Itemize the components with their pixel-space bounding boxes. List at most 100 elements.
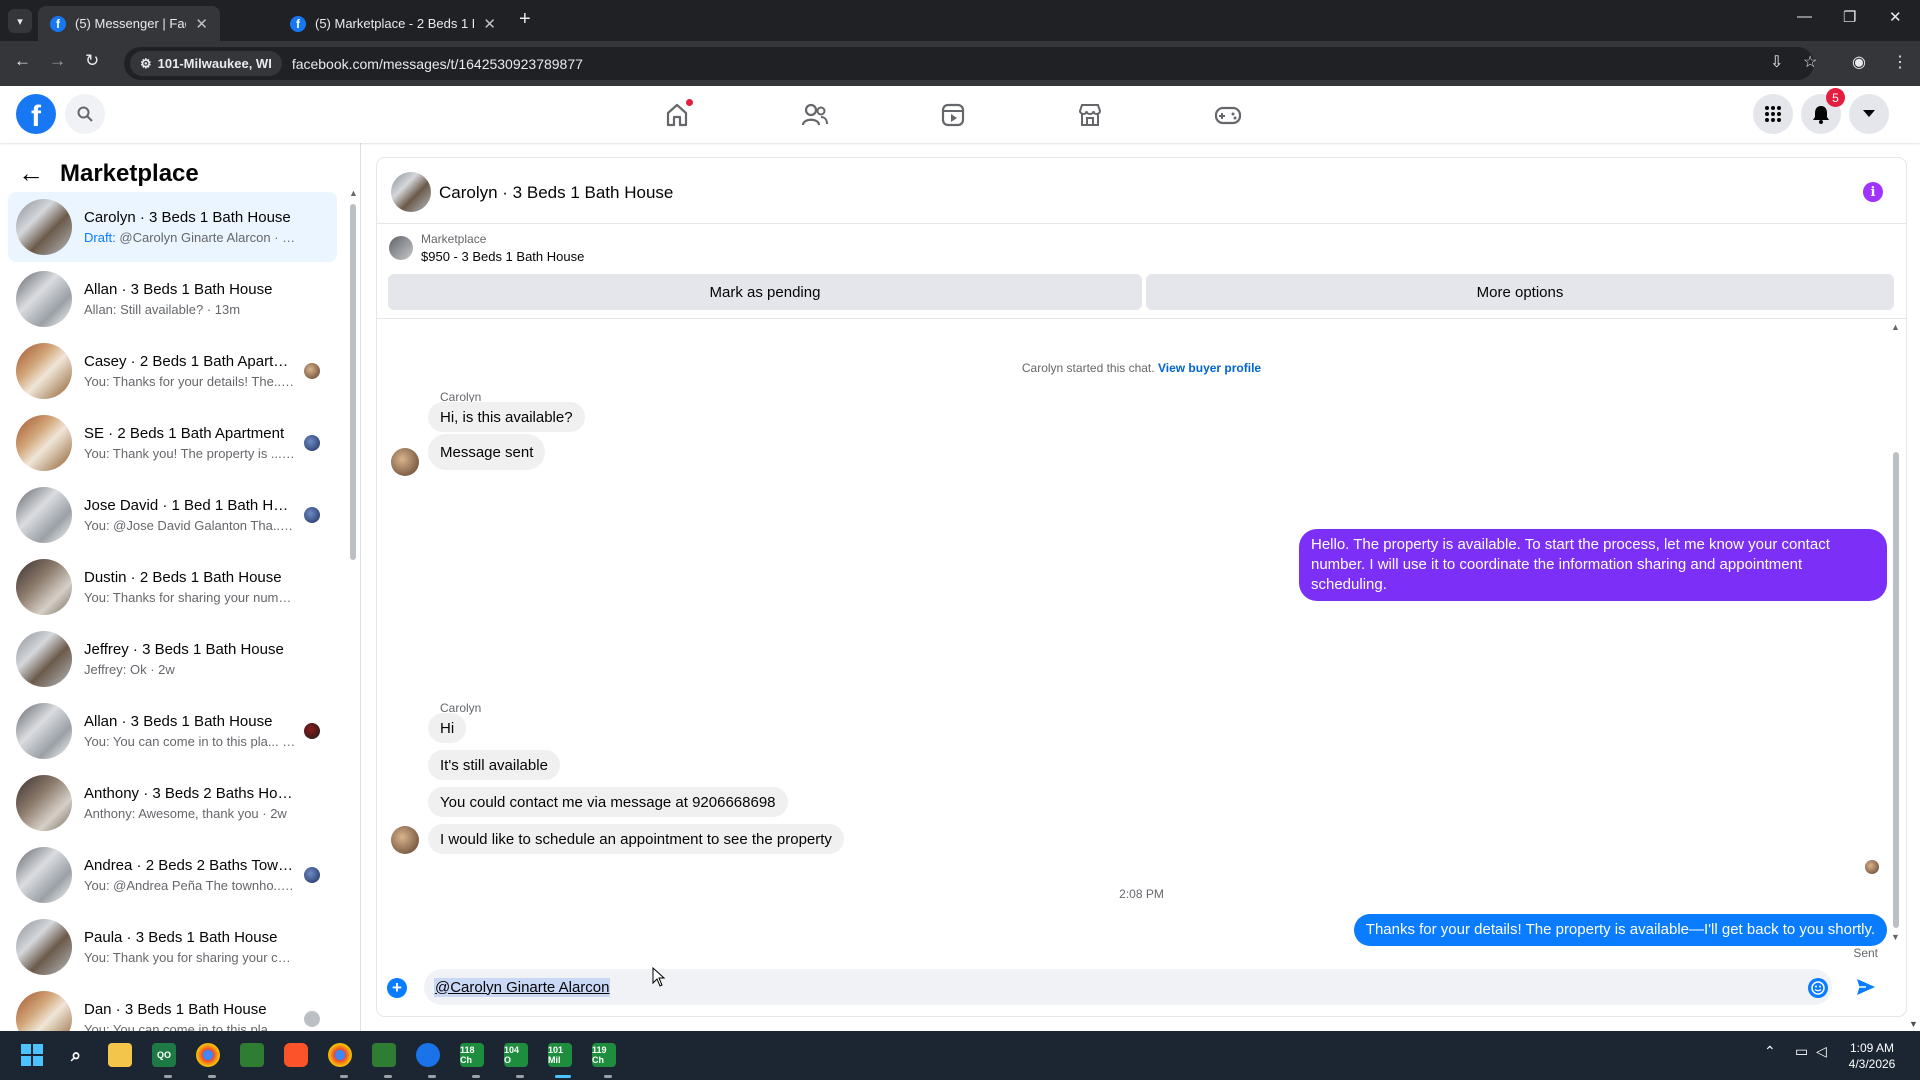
- brave-icon[interactable]: [284, 1043, 308, 1067]
- preview-text: @Carolyn Ginarte Alarcon · 1m: [115, 230, 296, 245]
- system-clock[interactable]: 1:09 AM 4/3/2026: [1832, 1040, 1912, 1072]
- message-timestamp: 2:08 PM: [1119, 887, 1164, 901]
- view-buyer-profile-link[interactable]: View buyer profile: [1158, 361, 1261, 375]
- minimize-icon[interactable]: —: [1797, 8, 1812, 25]
- volume-icon[interactable]: ◁: [1816, 1043, 1827, 1060]
- close-window-icon[interactable]: ✕: [1889, 8, 1902, 26]
- back-icon[interactable]: ←: [14, 51, 31, 71]
- conversation-item[interactable]: Casey · 2 Beds 1 Bath Apartm... You: Tha…: [8, 336, 337, 406]
- tab-search-dropdown-icon[interactable]: ▾: [8, 9, 32, 33]
- sender-avatar[interactable]: [391, 826, 419, 854]
- read-receipt-avatar: [304, 723, 320, 739]
- taskbar-app-118-icon[interactable]: 118 Ch: [460, 1043, 484, 1067]
- profile-icon[interactable]: ◉: [1852, 52, 1866, 72]
- chrome-profile-icon[interactable]: [328, 1043, 352, 1067]
- more-options-button[interactable]: More options: [1146, 274, 1894, 310]
- notepad-icon[interactable]: [240, 1043, 264, 1067]
- conversation-item[interactable]: Dan · 3 Beds 1 Bath House You: You can c…: [8, 984, 337, 1031]
- listing-avatar: [16, 703, 72, 759]
- sender-avatar[interactable]: [391, 448, 419, 476]
- message-input[interactable]: @Carolyn Ginarte Alarcon: [424, 969, 1832, 1005]
- forward-icon[interactable]: →: [49, 51, 66, 71]
- mark-as-pending-button[interactable]: Mark as pending: [388, 274, 1142, 310]
- running-indicator: [384, 1075, 392, 1078]
- install-app-icon[interactable]: ⇩: [1770, 52, 1783, 72]
- browser-menu-icon[interactable]: ⋮: [1892, 52, 1908, 72]
- listing-summary[interactable]: Marketplace $950 - 3 Beds 1 Bath House: [389, 232, 584, 264]
- notification-dot: [685, 98, 694, 107]
- facebook-favicon-icon: f: [50, 15, 66, 32]
- listing-avatar: [16, 991, 72, 1031]
- close-tab-icon[interactable]: ✕: [195, 15, 208, 33]
- gaming-icon: [1214, 106, 1242, 125]
- send-icon[interactable]: [1855, 976, 1877, 1003]
- new-tab-icon[interactable]: +: [519, 8, 531, 31]
- notifications-button[interactable]: 5: [1801, 88, 1845, 134]
- conversation-item[interactable]: Allan · 3 Beds 1 Bath House You: You can…: [8, 696, 337, 766]
- sidebar-scrollbar[interactable]: ▲ ▼: [349, 188, 358, 1023]
- reload-icon[interactable]: ↻: [85, 51, 99, 71]
- chrome-icon[interactable]: [196, 1043, 220, 1067]
- taskbar-app-119-icon[interactable]: 119 Ch: [592, 1043, 616, 1067]
- tab-messenger[interactable]: f (5) Messenger | Facebook ✕: [38, 6, 220, 41]
- taskbar-search-icon[interactable]: ⌕: [64, 1043, 88, 1067]
- account-button[interactable]: [1849, 94, 1889, 134]
- scroll-up-arrow-icon[interactable]: ▲: [349, 188, 358, 198]
- network-icon[interactable]: ▭: [1795, 1043, 1808, 1060]
- taskbar-app-101-icon[interactable]: 101 Mil: [548, 1043, 572, 1067]
- chat-listing-avatar[interactable]: [391, 172, 431, 212]
- menu-button[interactable]: [1753, 94, 1793, 134]
- incoming-message: You could contact me via message at 9206…: [428, 787, 788, 817]
- outgoing-message: Thanks for your details! The property is…: [1353, 914, 1887, 946]
- search-button[interactable]: [65, 94, 105, 134]
- listing-avatar: [16, 631, 72, 687]
- friends-nav[interactable]: [800, 100, 830, 130]
- info-icon[interactable]: i: [1863, 182, 1883, 202]
- site-info-chip[interactable]: ⚙ 101-Milwaukee, WI: [130, 51, 282, 76]
- home-nav[interactable]: [662, 98, 694, 130]
- chat-scroll-thumb[interactable]: [1893, 452, 1899, 928]
- scroll-down-arrow-icon[interactable]: ▼: [1891, 932, 1900, 942]
- video-nav[interactable]: [938, 100, 968, 130]
- browser-blue-icon[interactable]: [416, 1043, 440, 1067]
- scroll-up-arrow-icon[interactable]: ▲: [1891, 322, 1900, 332]
- conversation-item[interactable]: SE · 2 Beds 1 Bath Apartment You: Thank …: [8, 408, 337, 478]
- page-scrollbar[interactable]: ▲ ▼: [1906, 86, 1920, 1031]
- conversation-item[interactable]: Anthony · 3 Beds 2 Baths House Anthony: …: [8, 768, 337, 838]
- file-explorer-icon[interactable]: [108, 1043, 132, 1067]
- conversation-name: Jeffrey · 3 Beds 1 Bath House: [84, 641, 284, 658]
- conversation-item[interactable]: Dustin · 2 Beds 1 Bath House You: Thanks…: [8, 552, 337, 622]
- conversation-item[interactable]: Andrea · 2 Beds 2 Baths Town... You: @An…: [8, 840, 337, 910]
- emoji-icon[interactable]: [1808, 978, 1828, 998]
- url-text: facebook.com/messages/t/1642530923789877: [291, 55, 583, 72]
- plus-icon[interactable]: +: [387, 978, 407, 998]
- marketplace-nav[interactable]: [1075, 100, 1105, 130]
- browser-toolbar: ← → ↻ ⚙ 101-Milwaukee, WI facebook.com/m…: [0, 41, 1920, 86]
- gaming-nav[interactable]: [1213, 100, 1243, 130]
- incoming-message: Hi: [428, 713, 467, 743]
- bookmark-star-icon[interactable]: ☆: [1803, 52, 1817, 72]
- divider: [377, 318, 1906, 319]
- scroll-down-arrow-icon[interactable]: ▼: [1909, 1019, 1918, 1029]
- conversation-item[interactable]: Allan · 3 Beds 1 Bath House Allan: Still…: [8, 264, 337, 334]
- chat-title[interactable]: Carolyn · 3 Beds 1 Bath House: [439, 183, 673, 203]
- conversation-item[interactable]: Jose David · 1 Bed 1 Bath House You: @Jo…: [8, 480, 337, 550]
- taskbar-app-104-icon[interactable]: 104 O: [504, 1043, 528, 1067]
- back-arrow-icon[interactable]: ←: [18, 158, 44, 189]
- chat-started-notice: Carolyn started this chat. View buyer pr…: [377, 361, 1906, 375]
- sidebar-scroll-thumb[interactable]: [350, 204, 356, 560]
- chat-scrollbar[interactable]: ▲ ▼: [1891, 320, 1901, 945]
- conversation-item[interactable]: Paula · 3 Beds 1 Bath House You: Thank y…: [8, 912, 337, 982]
- tray-chevron-icon[interactable]: ⌃: [1764, 1043, 1776, 1060]
- conversation-item[interactable]: Carolyn · 3 Beds 1 Bath House Draft: @Ca…: [8, 192, 337, 262]
- notification-count-badge: 5: [1826, 88, 1845, 107]
- facebook-logo-icon[interactable]: f: [16, 94, 56, 134]
- conversation-item[interactable]: Jeffrey · 3 Beds 1 Bath House Jeffrey: O…: [8, 624, 337, 694]
- profile-app-icon[interactable]: [372, 1043, 396, 1067]
- app-qo-icon[interactable]: QO: [152, 1043, 176, 1067]
- windows-start-icon[interactable]: [20, 1043, 44, 1067]
- restore-icon[interactable]: ❐: [1843, 8, 1856, 26]
- close-tab-icon[interactable]: ✕: [483, 15, 496, 33]
- tab-marketplace[interactable]: f (5) Marketplace - 2 Beds 1 Bath ✕: [278, 6, 508, 41]
- address-bar[interactable]: ⚙ 101-Milwaukee, WI facebook.com/message…: [124, 47, 1814, 80]
